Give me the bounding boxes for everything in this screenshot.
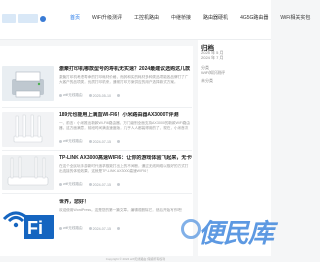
avatar-icon (59, 140, 62, 143)
svg-text:Fi: Fi (27, 218, 43, 238)
post-thumbnail-printer[interactable] (2, 66, 54, 101)
sidebar: 归档 2025 年 5 月 2024 年 7 月 分类 WiFi知识测评 未分类 (198, 40, 271, 262)
main-nav: 首页 WiFi升级测评 工控机路由 中继桥接 路由器硬机 4G5G路由器 WiF… (70, 14, 320, 22)
logo-bar (18, 14, 38, 23)
date-text: 2024-07-15 (92, 226, 111, 231)
post-excerpt: 在这个全民玩手游新时代追求极致打出上的不间断，通过无线网络以极好的方式打出连接的… (59, 164, 189, 173)
eye-icon (116, 94, 120, 97)
post-date: 2024-07-15 (88, 182, 111, 187)
post-views (116, 140, 120, 143)
avatar-icon (59, 227, 62, 230)
category-link[interactable]: WiFi知识测评 (201, 70, 225, 75)
post-meta: wifi无线路由 2024-07-15 (59, 182, 120, 187)
archive-link[interactable]: 2024 年 7 月 (201, 55, 223, 60)
post-meta: wifi无线路由 2025-05-10 (59, 93, 120, 98)
post-meta: wifi无线路由 2024-07-15 (59, 226, 120, 231)
eye-icon (116, 227, 120, 230)
post-title[interactable]: 激聚打印机哪款型号的寿机无实速？2024最建议选购这几款 (59, 66, 192, 72)
nav-item-industrial-router[interactable]: 工控机路由 (134, 14, 159, 22)
post-excerpt: 一、前言：小米推出新款Wi-Fi6路由器，万门级别全面支持AX3000的新款Wi… (59, 121, 190, 130)
post-date: 2025-05-10 (88, 93, 111, 98)
nav-item-4g5g-router[interactable]: 4G5G路由器 (240, 14, 268, 22)
post-excerpt: 欢迎使用WordPress。这是您的第一篇文章。编辑或删除它，然后开始写作吧！ (59, 208, 185, 212)
post-date: 2024-07-15 (88, 226, 111, 231)
post-thumbnail-router[interactable] (2, 112, 54, 147)
post-author[interactable]: wifi无线路由 (59, 93, 83, 98)
post-thumbnail-router[interactable] (2, 155, 54, 190)
avatar-icon (59, 94, 62, 97)
logo-icon (40, 16, 46, 22)
divider (2, 107, 192, 108)
post-author[interactable]: wifi无线路由 (59, 139, 83, 144)
logo-bar (2, 14, 16, 23)
footer-copyright: Copyright © 2024 wifi无线路由 保留所有权利 (0, 256, 271, 262)
eye-icon (116, 183, 120, 186)
post-thumbnail-wifi[interactable]: Fi (2, 199, 54, 239)
divider (2, 193, 192, 194)
post-author[interactable]: wifi无线路由 (59, 226, 83, 231)
date-text: 2024-07-15 (92, 139, 111, 144)
date-text: 2025-05-10 (92, 93, 111, 98)
nav-item-wifi-review[interactable]: WiFi升级测评 (92, 14, 122, 22)
author-name: wifi无线路由 (63, 226, 83, 230)
post-excerpt: 激聚打印机考虑寿命的打印耗材价格，而其和实的耗材多种类品项能各品牌打了广大客户的… (59, 75, 189, 84)
post-title[interactable]: 189元也能用上满血WI-FI6！小米路由器AX3000T评测 (59, 112, 192, 118)
page: 首页 WiFi升级测评 工控机路由 中继桥接 路由器硬机 4G5G路由器 WiF… (0, 0, 310, 262)
top-navbar: 首页 WiFi升级测评 工控机路由 中继桥接 路由器硬机 4G5G路由器 WiF… (0, 0, 310, 40)
nav-item-wifi-related[interactable]: WiFi相关实包 (280, 14, 310, 22)
post-title[interactable]: 世界，您好！ (59, 199, 192, 205)
clock-icon (88, 227, 92, 230)
post-views (116, 94, 120, 97)
post-author[interactable]: wifi无线路由 (59, 182, 83, 187)
site-logo[interactable] (2, 14, 50, 23)
eye-icon (116, 140, 120, 143)
author-name: wifi无线路由 (63, 139, 83, 143)
clock-icon (88, 140, 92, 143)
author-name: wifi无线路由 (63, 93, 83, 97)
category-link[interactable]: 未分类 (201, 78, 213, 83)
divider (2, 150, 192, 151)
clock-icon (88, 94, 92, 97)
date-text: 2024-07-15 (92, 182, 111, 187)
avatar-icon (59, 183, 62, 186)
post-list: 激聚打印机哪款型号的寿机无实速？2024最建议选购这几款 激聚打印机考虑寿命的打… (0, 46, 193, 262)
author-name: wifi无线路由 (63, 182, 83, 186)
nav-item-router-hardware[interactable]: 路由器硬机 (203, 14, 228, 22)
post-date: 2024-07-15 (88, 139, 111, 144)
post-meta: wifi无线路由 2024-07-15 (59, 139, 120, 144)
post-title[interactable]: TP-LINK AX3000高速WIFI6：让你的游戏体验飞起来，无卡顿体验！ (59, 155, 192, 161)
post-views (116, 183, 120, 186)
nav-item-home[interactable]: 首页 (70, 14, 80, 22)
clock-icon (88, 183, 92, 186)
post-views (116, 227, 120, 230)
nav-item-repeater[interactable]: 中继桥接 (171, 14, 191, 22)
